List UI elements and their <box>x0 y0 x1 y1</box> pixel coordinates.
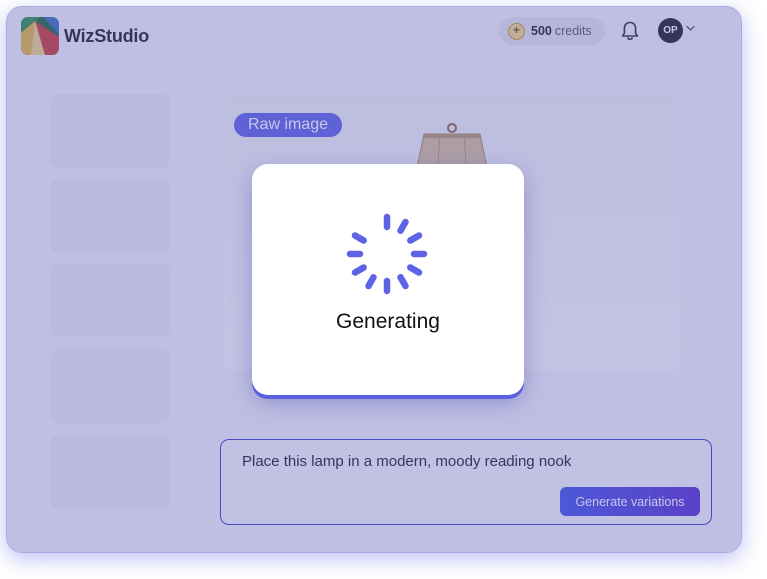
generating-modal: Generating <box>252 164 524 395</box>
app-window: WizStudio + 500 credits OP Raw image Pla… <box>6 6 742 553</box>
spinner-icon <box>346 213 428 295</box>
generating-label: Generating <box>336 310 440 333</box>
